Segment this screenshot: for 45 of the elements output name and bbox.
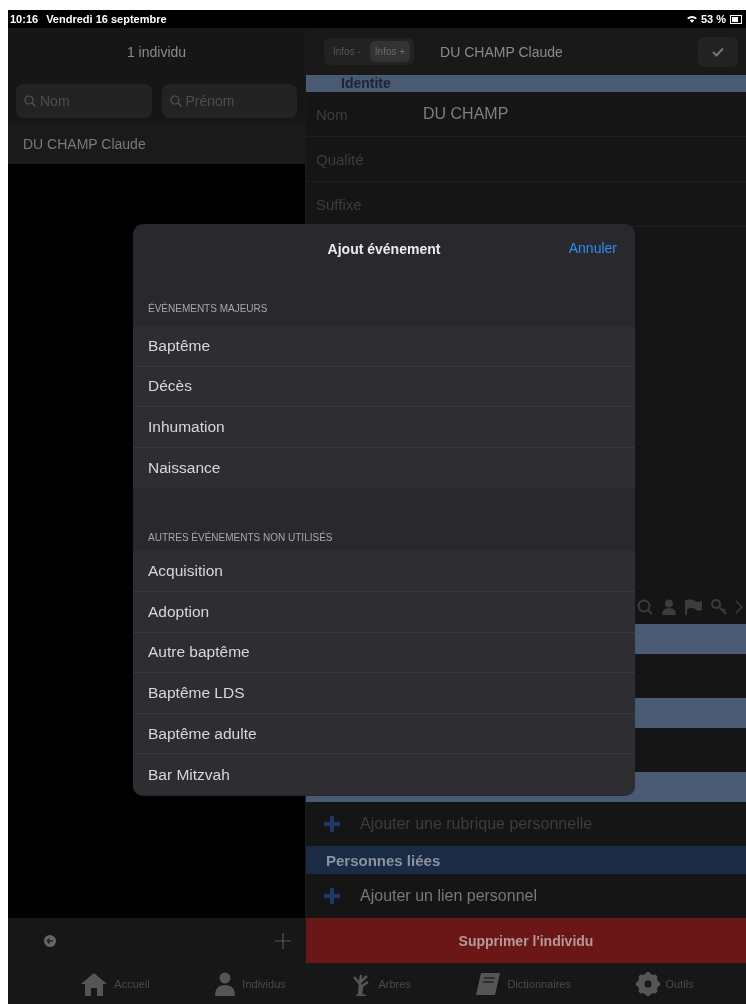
book-icon <box>475 971 502 996</box>
key-icon[interactable] <box>711 599 727 615</box>
back-circle-icon[interactable] <box>44 934 56 947</box>
add-link-label: Ajouter un lien personnel <box>360 887 537 905</box>
event-option[interactable]: Décès <box>133 366 635 408</box>
search-icon[interactable] <box>637 599 653 615</box>
add-link-row[interactable]: Ajouter un lien personnel <box>306 874 746 918</box>
event-option[interactable]: Acquisition <box>133 551 635 592</box>
event-option[interactable]: Baptême <box>133 326 635 367</box>
event-option[interactable]: Autre baptême <box>133 632 635 674</box>
event-option[interactable]: Baptême adulte <box>133 713 635 755</box>
person-icon <box>214 971 237 996</box>
house-icon <box>80 971 109 996</box>
detail-title: DU CHAMP Claude <box>440 43 563 60</box>
event-option[interactable]: Inhumation <box>133 407 635 448</box>
cancel-link[interactable]: Annuler <box>568 240 617 256</box>
plus-icon <box>324 816 340 832</box>
section-title: Identite <box>341 75 391 92</box>
wifi-icon <box>686 15 697 23</box>
section-title: Personnes liées <box>326 851 441 869</box>
delete-button[interactable]: Supprimer l'individu <box>306 918 746 963</box>
add-icon[interactable] <box>275 932 291 949</box>
checkmark-icon <box>712 46 724 57</box>
battery-icon <box>730 14 742 24</box>
plus-icon <box>324 888 340 904</box>
person-list-item[interactable]: DU CHAMP Claude <box>8 124 305 164</box>
event-option[interactable]: Baptême LDS <box>133 673 635 714</box>
status-time: 10:16 <box>10 13 39 25</box>
dialog-title: Ajout événement <box>327 241 441 257</box>
gear-icon <box>635 971 660 996</box>
event-option[interactable]: Adoption <box>133 591 635 633</box>
status-date: Vendredi 16 septembre <box>46 13 167 25</box>
section-caption: ÉVÉNEMENTS MAJEURS <box>147 301 269 316</box>
list-title: 1 individu <box>126 43 187 60</box>
section-caption: AUTRES ÉVÉNEMENTS NON UTILISÉS <box>147 530 334 545</box>
search-icon <box>24 95 36 107</box>
person-icon[interactable] <box>661 599 677 615</box>
search-icon <box>169 95 182 107</box>
chevron-right-icon[interactable] <box>735 600 743 614</box>
field-value[interactable]: DU CHAMP <box>423 105 509 123</box>
confirm-button[interactable] <box>698 36 738 67</box>
event-option[interactable]: Naissance <box>133 447 635 489</box>
flag-icon[interactable] <box>685 599 703 615</box>
battery-percent: 53 % <box>700 13 726 25</box>
event-option[interactable]: Bar Mitzvah <box>133 754 635 795</box>
